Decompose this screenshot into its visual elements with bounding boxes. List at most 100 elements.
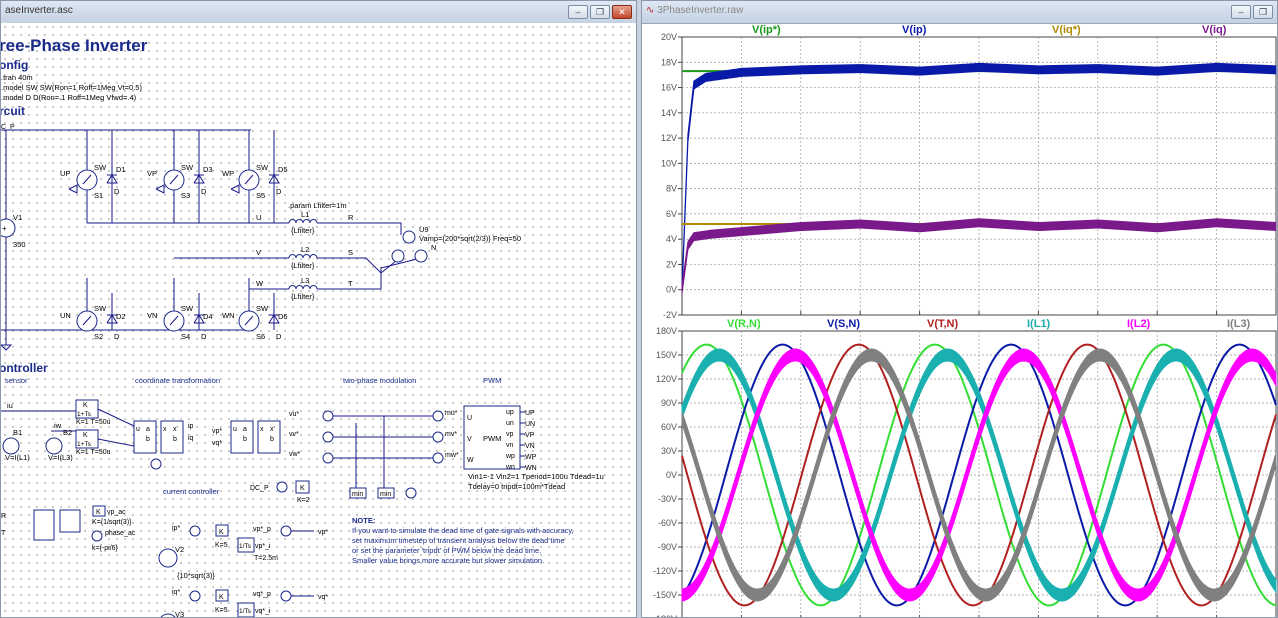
waveform-charts[interactable]: 20V 18V 16V 14V 12V 10V 8V 6V 4V 2V 0V -2V V(ip*) V(i… [642, 23, 1278, 618]
close-button[interactable]: ✕ [612, 5, 632, 19]
node-label: S [348, 248, 353, 257]
inductor-ref: L3 [301, 276, 309, 285]
inductor-coil [309, 254, 318, 259]
integrator-tf: 1/Ts [239, 608, 252, 615]
transform-in: u [233, 426, 237, 433]
y-tick-label: 2V [666, 259, 677, 269]
iq-label: iq [188, 435, 194, 442]
transform-out: a [146, 426, 150, 433]
b2-name: B2 [63, 428, 72, 437]
plot-minimize-button[interactable]: – [1231, 5, 1251, 19]
load-source [391, 249, 405, 263]
sensor-source-b2 [45, 437, 63, 455]
legend-Vip: V(ip) [902, 24, 927, 36]
schematic-titlebar[interactable]: aseInverter.asc – ❐ ✕ [1, 1, 636, 24]
y-tick-label: 8V [666, 184, 677, 194]
switch-ref: S5 [256, 191, 265, 200]
load-source [402, 230, 416, 244]
y-tick-label: -30V [658, 494, 677, 504]
pwm-output: un [506, 420, 514, 427]
y-tick-label: 16V [661, 83, 677, 93]
window-controls: – ❐ ✕ [568, 5, 632, 19]
minimize-button[interactable]: – [568, 5, 588, 19]
legend-Viq: V(iq*) [1052, 24, 1081, 36]
pwm-input: W [467, 457, 474, 464]
schematic-drawing: ree-Phase Inverter onfig.tran 40m.model S… [1, 36, 604, 618]
switch-ref: S2 [94, 332, 103, 341]
switch-ref: S3 [181, 191, 190, 200]
note-line: or set the parameter 'tripdt' of PWM bel… [352, 546, 541, 555]
restore-button[interactable]: ❐ [590, 5, 610, 19]
k2-k: K [300, 485, 305, 492]
switch-name: VP [147, 169, 157, 178]
diode-ref: D3 [203, 165, 213, 174]
pi-output-label: vp* [318, 529, 328, 536]
schematic-canvas[interactable]: ree-Phase Inverter onfig .tran 40m .model S… [1, 23, 636, 617]
legend-Vip: V(ip*) [752, 24, 781, 36]
switch-model: SW [256, 304, 269, 313]
legend-IL1: I(L1) [1027, 318, 1051, 330]
waveform-window: ∿ 3PhaseInverter.raw – ❐ 20V 18V 16V 14V 12V… [641, 0, 1278, 618]
y-tick-label: -60V [658, 518, 677, 528]
coord-transform-label: coordinate transformation [135, 376, 220, 385]
switch-model: SW [256, 163, 269, 172]
filter-param: K=1 T=50u [76, 449, 111, 456]
y-tick-label: -90V [658, 542, 677, 552]
switch-name: UP [60, 169, 70, 178]
spice-directive: .model D D(Ron=.1 Roff=1Meg Vfwd=.4) [1, 93, 137, 102]
transform-b: b [146, 436, 150, 443]
subtract-node [432, 452, 444, 464]
y-tick-label: -120V [653, 566, 677, 576]
y-tick-label: -2V [663, 310, 677, 320]
y-tick-label: 20V [661, 32, 677, 42]
gate-arrow [230, 184, 240, 194]
diode-model: D [114, 187, 120, 196]
gate-arrow [155, 184, 165, 194]
filter-tf: 1+Ts [77, 441, 92, 448]
pi-sum-node [280, 525, 292, 537]
modulation-ref: vv* [289, 431, 299, 438]
load-r-label: R [1, 513, 6, 520]
inductor-coil [309, 219, 318, 224]
b2-expr: V=I(L3) [48, 453, 73, 462]
spice-directive: .model SW SW(Ron=1 Roff=1Meg Vt=0.5) [1, 83, 142, 92]
pwm-param: Tdelay=0 tripdt=100m*Tdead [468, 482, 565, 491]
pi-k5: K=5 [215, 607, 228, 614]
y-tick-label: 12V [661, 133, 677, 143]
pwm-net: WP [525, 454, 537, 461]
pwm-net: VP [525, 432, 535, 439]
waveform-title-text: 3PhaseInverter.raw [657, 5, 744, 16]
gain-k: K [96, 509, 101, 516]
legend-IL3: I(L3) [1227, 318, 1251, 330]
waveform-titlebar[interactable]: ∿ 3PhaseInverter.raw – ❐ [642, 1, 1277, 24]
ip-ref-label: ip* [172, 525, 180, 532]
inductor-coil [302, 219, 311, 224]
voltage-transform-block [33, 509, 55, 541]
polar-block [59, 509, 81, 533]
vq-star-in: vq* [212, 440, 222, 447]
ref-source-name: V3 [175, 610, 184, 618]
ip-label: ip [188, 423, 194, 430]
sum-node-min [405, 487, 417, 499]
plot-restore-button[interactable]: ❐ [1253, 5, 1273, 19]
diode-ref: D6 [278, 312, 288, 321]
schematic-window: aseInverter.asc – ❐ ✕ ree-Phase Inverter… [0, 0, 637, 618]
sensor-iw: iw [54, 421, 62, 430]
k-pi6-label: k={-pi/6} [92, 545, 119, 552]
note-line: set maximum timestep of transient analys… [352, 536, 565, 545]
diode-ref: D5 [278, 165, 288, 174]
k-sqrt-label: K={1/sqrt(3)} [92, 519, 132, 526]
y-tick-label: 10V [661, 158, 677, 168]
legend-VRN: V(R,N) [727, 318, 761, 330]
inductor-coil [288, 254, 297, 259]
pwm-net: WN [525, 465, 537, 472]
pwm-output: wn [505, 464, 515, 471]
ground-symbol [1, 344, 13, 351]
i-term-label: vp*_i [255, 543, 271, 550]
inductor-coil [309, 285, 318, 290]
node-label: R [348, 213, 354, 222]
error-sum-node [189, 525, 201, 537]
param-lfilter: .param Lfilter=1m [288, 201, 347, 210]
load-wire-s [317, 257, 397, 274]
transform-b: b [270, 436, 274, 443]
